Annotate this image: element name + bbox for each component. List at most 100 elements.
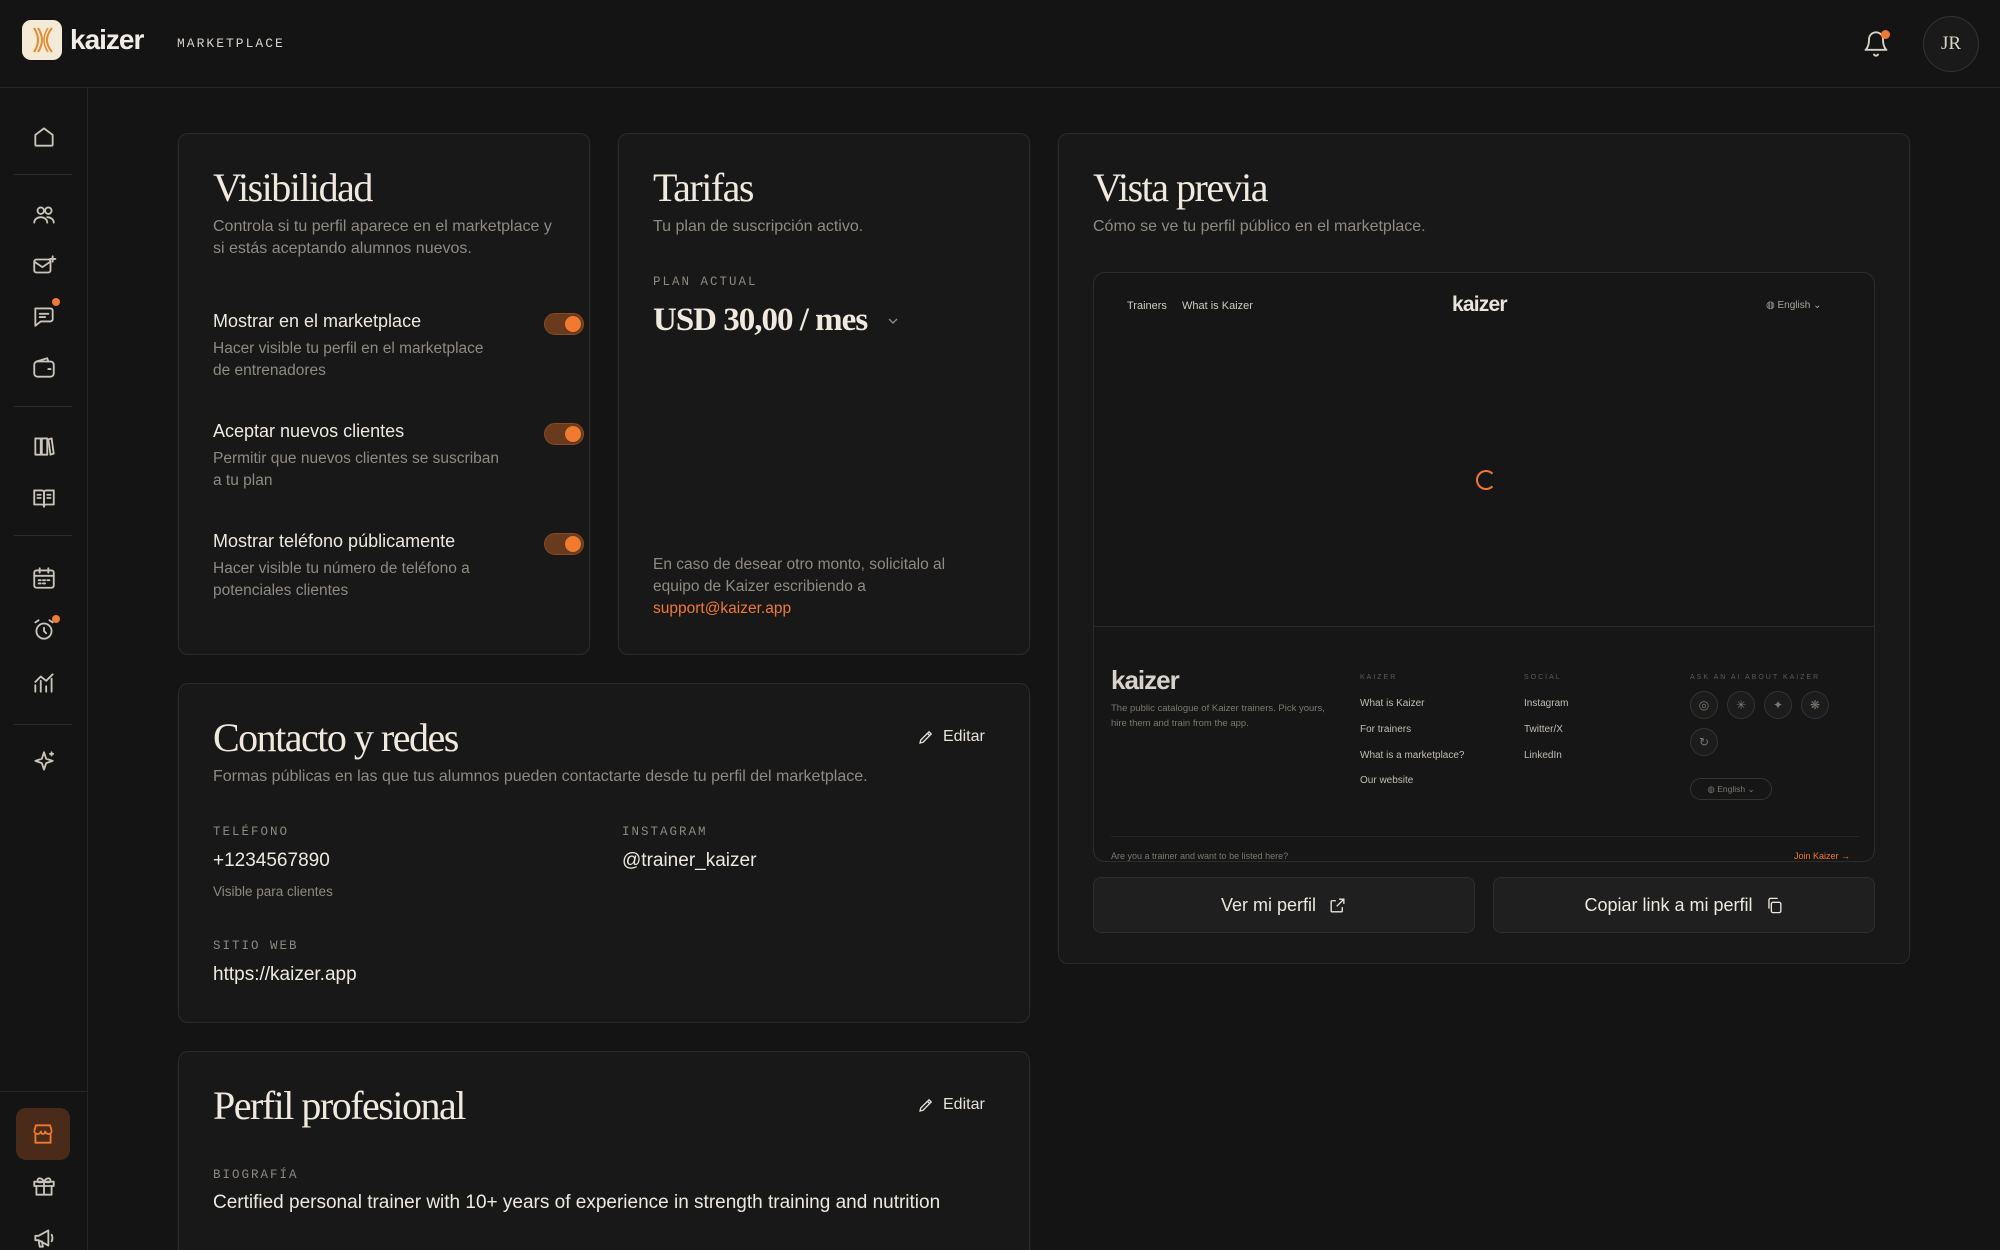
preview-bottom-text: Are you a trainer and want to be listed … xyxy=(1111,851,1289,861)
professional-title: Perfil profesional xyxy=(213,1083,466,1128)
plan-value: USD 30,00 / mes xyxy=(653,302,868,338)
notifications-bell-icon[interactable] xyxy=(1862,30,1892,60)
preview-col-heading: KAIZER xyxy=(1360,674,1398,681)
library-icon[interactable] xyxy=(29,431,59,461)
preview-language: ◍ English ⌄ xyxy=(1766,300,1822,311)
phone-label: TELÉFONO xyxy=(213,825,290,839)
preview-link: What is Kaizer xyxy=(1360,698,1425,709)
copy-icon xyxy=(1767,897,1782,913)
preview-card: Vista previa Cómo se ve tu perfil públic… xyxy=(1058,133,1910,964)
preview-link: Twitter/X xyxy=(1524,724,1563,735)
ai-openai-icon: ◎ xyxy=(1690,691,1718,719)
copy-profile-link-button[interactable]: Copiar link a mi perfil xyxy=(1493,877,1875,933)
view-profile-button[interactable]: Ver mi perfil xyxy=(1093,877,1475,933)
rates-title: Tarifas xyxy=(653,165,754,210)
top-bar: kaizer MARKETPLACE JR xyxy=(0,0,2000,88)
show-phone-toggle[interactable] xyxy=(544,533,584,555)
ai-claude-icon: ✳ xyxy=(1727,691,1755,719)
toggle-title: Aceptar nuevos clientes xyxy=(213,421,405,441)
notification-dot xyxy=(1881,30,1890,39)
user-avatar[interactable]: JR xyxy=(1923,16,1979,72)
brand-name[interactable]: kaizer xyxy=(70,24,144,56)
preview-footer-desc: The public catalogue of Kaizer trainers.… xyxy=(1111,703,1325,729)
sidebar xyxy=(0,88,88,1250)
section-label: MARKETPLACE xyxy=(177,36,285,51)
preview-bottom-divider xyxy=(1111,836,1859,837)
sidebar-bottom-divider xyxy=(0,1091,88,1092)
preview-col-heading: ASK AN AI ABOUT KAIZER xyxy=(1690,674,1821,681)
contact-subtitle: Formas públicas en las que tus alumnos p… xyxy=(213,768,868,785)
pencil-icon xyxy=(919,730,933,744)
preview-title: Vista previa xyxy=(1093,165,1268,210)
preview-subtitle: Cómo se ve tu perfil público en el marke… xyxy=(1093,218,1426,235)
visibility-title: Visibilidad xyxy=(213,165,373,210)
home-icon[interactable] xyxy=(29,122,59,152)
website-value: https://kaizer.app xyxy=(213,964,357,985)
loading-spinner-icon xyxy=(1476,470,1496,490)
instagram-value: @trainer_kaizer xyxy=(622,850,757,871)
calendar-icon[interactable] xyxy=(29,563,59,593)
preview-link: Our website xyxy=(1360,775,1414,786)
megaphone-icon[interactable] xyxy=(29,1223,59,1250)
preview-logo: kaizer xyxy=(1452,293,1508,316)
ai-gemini-icon: ✦ xyxy=(1764,691,1792,719)
toggle-row-accept-clients: Aceptar nuevos clientes Permitir que nue… xyxy=(213,421,584,492)
alarm-badge-dot xyxy=(52,615,60,623)
contact-edit-button[interactable]: Editar xyxy=(917,728,985,746)
preview-nav-trainers: Trainers xyxy=(1127,300,1167,312)
users-icon[interactable] xyxy=(29,200,59,230)
external-link-icon xyxy=(1330,897,1345,913)
preview-nav-what-is: What is Kaizer xyxy=(1182,300,1253,312)
sidebar-divider xyxy=(14,724,72,725)
pencil-icon xyxy=(919,1098,933,1112)
plan-selector[interactable]: USD 30,00 / mes xyxy=(653,302,901,339)
contact-title: Contacto y redes xyxy=(213,715,459,760)
phone-value: +1234567890 xyxy=(213,850,330,871)
rates-card: Tarifas Tu plan de suscripción activo. P… xyxy=(618,133,1030,655)
professional-edit-button[interactable]: Editar xyxy=(917,1096,985,1114)
sparkle-icon[interactable] xyxy=(29,747,59,777)
toggle-description: Hacer visible tu perfil en el marketplac… xyxy=(213,340,484,379)
preview-footer-logo: kaizer xyxy=(1111,665,1180,695)
preview-bottom-link: Join Kaizer → xyxy=(1794,851,1851,861)
profile-preview-frame: Trainers What is Kaizer kaizer ◍ English… xyxy=(1093,272,1875,862)
preview-link: LinkedIn xyxy=(1524,750,1562,761)
sidebar-divider xyxy=(14,406,72,407)
professional-profile-card: Perfil profesional Editar BIOGRAFÍA Cert… xyxy=(178,1051,1030,1250)
sidebar-divider xyxy=(14,174,72,175)
preview-link: Instagram xyxy=(1524,698,1569,709)
website-label: SITIO WEB xyxy=(213,939,299,953)
preview-language-pill: ◍ English ⌄ xyxy=(1690,778,1772,800)
kaizer-logo-icon[interactable] xyxy=(22,20,62,60)
mail-plus-icon[interactable] xyxy=(29,251,59,281)
toggle-title: Mostrar teléfono públicamente xyxy=(213,531,456,551)
toggle-description: Permitir que nuevos clientes se suscriba… xyxy=(213,450,500,489)
preview-link: For trainers xyxy=(1360,724,1412,735)
toggle-row-show-marketplace: Mostrar en el marketplace Hacer visible … xyxy=(213,311,584,382)
toggle-row-show-phone: Mostrar teléfono públicamente Hacer visi… xyxy=(213,531,584,602)
preview-divider xyxy=(1094,626,1874,627)
support-email-link[interactable]: support@kaizer.app xyxy=(653,600,791,617)
ai-perplexity-icon: ❋ xyxy=(1801,691,1829,719)
toggle-title: Mostrar en el marketplace xyxy=(213,311,422,331)
rates-subtitle: Tu plan de suscripción activo. xyxy=(653,218,864,235)
sidebar-divider xyxy=(14,535,72,536)
chart-icon[interactable] xyxy=(29,668,59,698)
plan-label: PLAN ACTUAL xyxy=(653,275,758,289)
contact-card: Contacto y redes Formas públicas en las … xyxy=(178,683,1030,1023)
toggle-description: Hacer visible tu número de teléfono a po… xyxy=(213,560,470,599)
biography-value: Certified personal trainer with 10+ year… xyxy=(213,1192,941,1213)
accept-clients-toggle[interactable] xyxy=(544,423,584,445)
wallet-icon[interactable] xyxy=(29,353,59,383)
show-marketplace-toggle[interactable] xyxy=(544,313,584,335)
preview-col-heading: SOCIAL xyxy=(1524,674,1562,681)
visibility-card: Visibilidad Controla si tu perfil aparec… xyxy=(178,133,590,655)
instagram-label: INSTAGRAM xyxy=(622,825,708,839)
gift-icon[interactable] xyxy=(29,1171,59,1201)
visibility-subtitle: Controla si tu perfil aparece en el mark… xyxy=(213,218,552,257)
message-badge-dot xyxy=(52,298,60,306)
ai-grok-icon: ↻ xyxy=(1690,728,1718,756)
marketplace-store-icon[interactable] xyxy=(16,1108,70,1160)
book-icon[interactable] xyxy=(29,483,59,513)
biography-label: BIOGRAFÍA xyxy=(213,1168,299,1182)
